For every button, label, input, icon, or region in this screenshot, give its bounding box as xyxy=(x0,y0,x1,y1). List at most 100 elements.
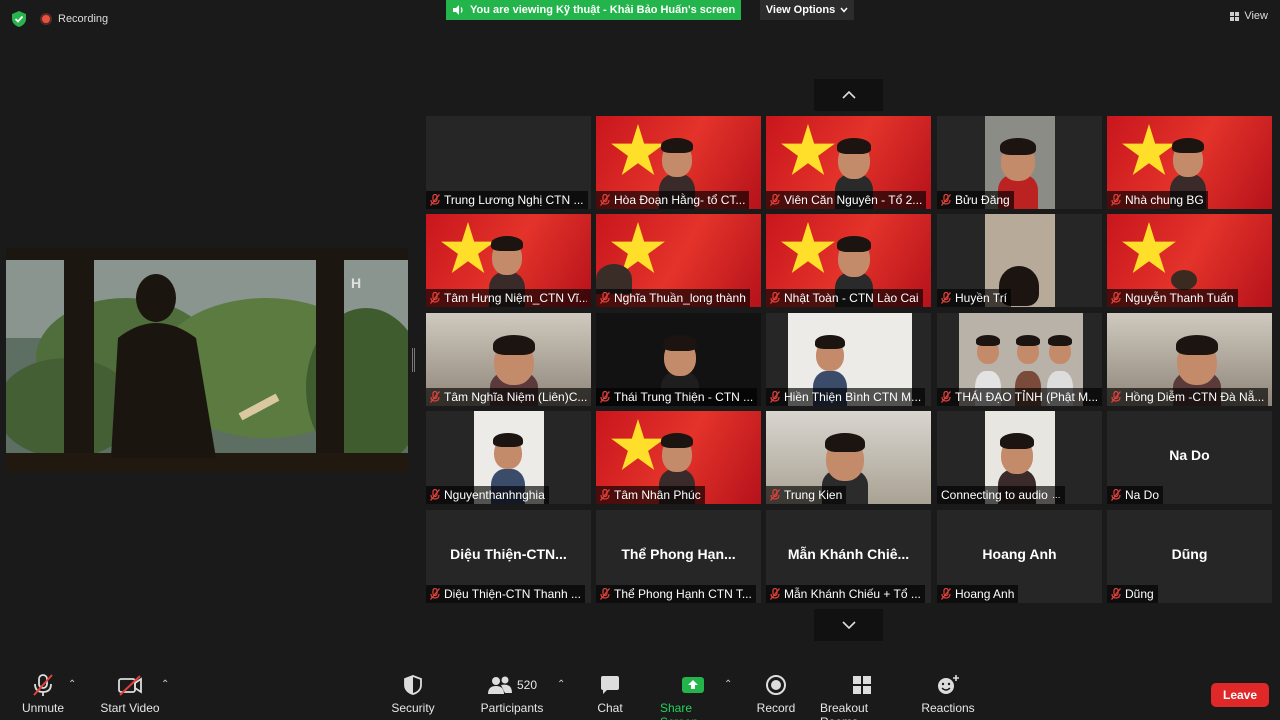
participants-label: Participants xyxy=(480,701,544,715)
microphone-muted-icon xyxy=(31,673,55,697)
participant-tile[interactable]: Trung Lương Nghị CTN ... xyxy=(426,116,591,209)
breakout-rooms-label: Breakout Rooms xyxy=(820,701,869,720)
participant-name: Trung Lương Nghị CTN ... xyxy=(444,193,584,207)
leave-button[interactable]: Leave xyxy=(1211,683,1269,707)
start-video-label: Start Video xyxy=(100,701,160,715)
participant-tile[interactable]: Nguyenthanhnghia xyxy=(426,411,591,504)
participant-name-tag: Trung Kien xyxy=(766,486,847,504)
participant-tile[interactable]: THÁI ĐẠO TỈNH (Phật M... xyxy=(937,313,1102,406)
security-label: Security xyxy=(391,701,435,715)
participant-tile[interactable]: Hoang Anh Hoang Anh xyxy=(937,510,1102,603)
participant-name: THÁI ĐẠO TỈNH (Phật M... xyxy=(955,390,1098,404)
person-hair xyxy=(1176,335,1218,355)
gallery-prev-page-button[interactable] xyxy=(814,79,883,111)
participant-tile[interactable]: Bửu Đăng xyxy=(937,116,1102,209)
video-options-caret-icon[interactable]: ⌃ xyxy=(161,679,169,690)
participant-display-name: Na Do xyxy=(1169,447,1210,463)
view-button[interactable]: View xyxy=(1230,10,1268,22)
breakout-rooms-icon xyxy=(851,673,873,697)
person-hair xyxy=(1016,335,1040,346)
share-screen-button[interactable]: Share Screen xyxy=(660,673,726,720)
participant-tile[interactable]: Mẫn Khánh Chiê... Mẫn Khánh Chiếu + Tổ ..… xyxy=(766,510,931,603)
record-button[interactable]: Record xyxy=(757,673,795,715)
participant-tile[interactable]: Diệu Thiện-CTN... Diệu Thiện-CTN Thanh ..… xyxy=(426,510,591,603)
participants-icon: 520 xyxy=(487,673,537,697)
split-view-divider[interactable] xyxy=(412,348,415,372)
person-hair xyxy=(493,335,535,355)
share-screen-label: Share Screen xyxy=(660,701,698,720)
participant-tile[interactable]: Connecting to audio… xyxy=(937,411,1102,504)
participant-name-tag: Nguyễn Thanh Tuấn xyxy=(1107,289,1238,307)
microphone-muted-icon xyxy=(1110,193,1122,206)
participant-tile[interactable]: Nghĩa Thuần_long thành xyxy=(596,214,761,307)
microphone-muted-icon xyxy=(940,193,952,206)
audio-options-caret-icon[interactable]: ⌃ xyxy=(68,679,76,690)
participant-name: Nhật Toàn - CTN Lào Cai xyxy=(784,291,919,305)
recording-indicator[interactable]: Recording xyxy=(40,10,108,28)
participants-options-caret-icon[interactable]: ⌃ xyxy=(557,679,565,690)
microphone-muted-icon xyxy=(1110,488,1122,501)
participant-tile[interactable]: Na Do Na Do xyxy=(1107,411,1272,504)
participant-tile[interactable]: Viên Căn Nguyên - Tổ 2... xyxy=(766,116,931,209)
participant-display-name: Mẫn Khánh Chiê... xyxy=(787,546,910,562)
reactions-button[interactable]: Reactions xyxy=(921,673,975,715)
participant-tile[interactable]: Tâm Nghĩa Niệm (Liên)C... xyxy=(426,313,591,406)
microphone-muted-icon xyxy=(769,193,781,206)
participant-tile[interactable]: Thái Trung Thiện - CTN ... xyxy=(596,313,761,406)
participant-name: Nguyenthanhnghia xyxy=(444,488,545,502)
participant-tile[interactable]: Trung Kien xyxy=(766,411,931,504)
share-options-caret-icon[interactable]: ⌃ xyxy=(724,679,732,690)
microphone-muted-icon xyxy=(769,587,781,600)
participant-tile[interactable]: Nhà chung BG xyxy=(1107,116,1272,209)
participant-tile[interactable]: Tâm Nhân Phúc xyxy=(596,411,761,504)
participant-name: Tâm Nhân Phúc xyxy=(614,488,701,502)
participant-tile[interactable]: Hòa Đoạn Hằng- tổ CT... xyxy=(596,116,761,209)
security-shield-icon xyxy=(402,673,424,697)
unmute-button[interactable]: Unmute xyxy=(22,673,64,715)
participant-name-tag: Tâm Nhân Phúc xyxy=(596,486,705,504)
participant-tile[interactable]: Tâm Hưng Niệm_CTN Vĩ... xyxy=(426,214,591,307)
microphone-muted-icon xyxy=(769,390,781,403)
encryption-shield-icon[interactable] xyxy=(10,10,28,28)
participant-name-tag: Tâm Nghĩa Niệm (Liên)C... xyxy=(426,388,591,406)
speaker-icon xyxy=(453,5,463,15)
participants-button[interactable]: 520 Participants xyxy=(480,673,544,715)
participant-name: Thái Trung Thiện - CTN ... xyxy=(614,390,754,404)
chat-label: Chat xyxy=(597,701,623,715)
participant-tile[interactable]: Dũng Dũng xyxy=(1107,510,1272,603)
microphone-muted-icon xyxy=(769,291,781,304)
participant-count: 520 xyxy=(516,678,538,692)
record-icon xyxy=(765,673,787,697)
breakout-rooms-button[interactable]: Breakout Rooms xyxy=(820,673,904,720)
participant-name-tag: Dũng xyxy=(1107,585,1158,603)
recording-dot-icon xyxy=(40,13,52,25)
shared-screen-video: H xyxy=(6,248,408,472)
participant-name: Thể Phong Hạnh CTN T... xyxy=(614,587,752,601)
start-video-button[interactable]: Start Video xyxy=(100,673,160,715)
participant-tile[interactable]: Hiền Thiện Bình CTN M... xyxy=(766,313,931,406)
chat-bubble-icon xyxy=(599,673,621,697)
person-hair xyxy=(837,138,871,154)
microphone-muted-icon xyxy=(429,587,441,600)
person-hair xyxy=(1000,433,1034,449)
person-hair xyxy=(661,138,693,153)
gallery-next-page-button[interactable] xyxy=(814,609,883,641)
participant-tile[interactable]: Huyền Trí xyxy=(937,214,1102,307)
participant-tile[interactable]: Nguyễn Thanh Tuấn xyxy=(1107,214,1272,307)
reactions-smiley-icon xyxy=(936,673,960,697)
participant-name-tag: THÁI ĐẠO TỈNH (Phật M... xyxy=(937,388,1102,406)
participant-tile[interactable]: Nhật Toàn - CTN Lào Cai xyxy=(766,214,931,307)
view-options-button[interactable]: View Options xyxy=(760,0,854,20)
participant-name: Bửu Đăng xyxy=(955,193,1010,207)
chevron-down-icon xyxy=(840,7,848,13)
shared-screen-scene: H xyxy=(6,248,408,472)
participant-name-tag: Nguyenthanhnghia xyxy=(426,486,549,504)
microphone-muted-icon xyxy=(599,291,611,304)
participant-tile[interactable]: Thể Phong Hạn... Thể Phong Hạnh CTN T... xyxy=(596,510,761,603)
chat-button[interactable]: Chat xyxy=(594,673,626,715)
person-hair xyxy=(1172,138,1204,153)
participant-name: Nguyễn Thanh Tuấn xyxy=(1125,291,1234,305)
participant-display-name: Diệu Thiện-CTN... xyxy=(450,546,567,562)
security-button[interactable]: Security xyxy=(390,673,436,715)
participant-tile[interactable]: Hồng Diễm -CTN Đà Nẵ... xyxy=(1107,313,1272,406)
